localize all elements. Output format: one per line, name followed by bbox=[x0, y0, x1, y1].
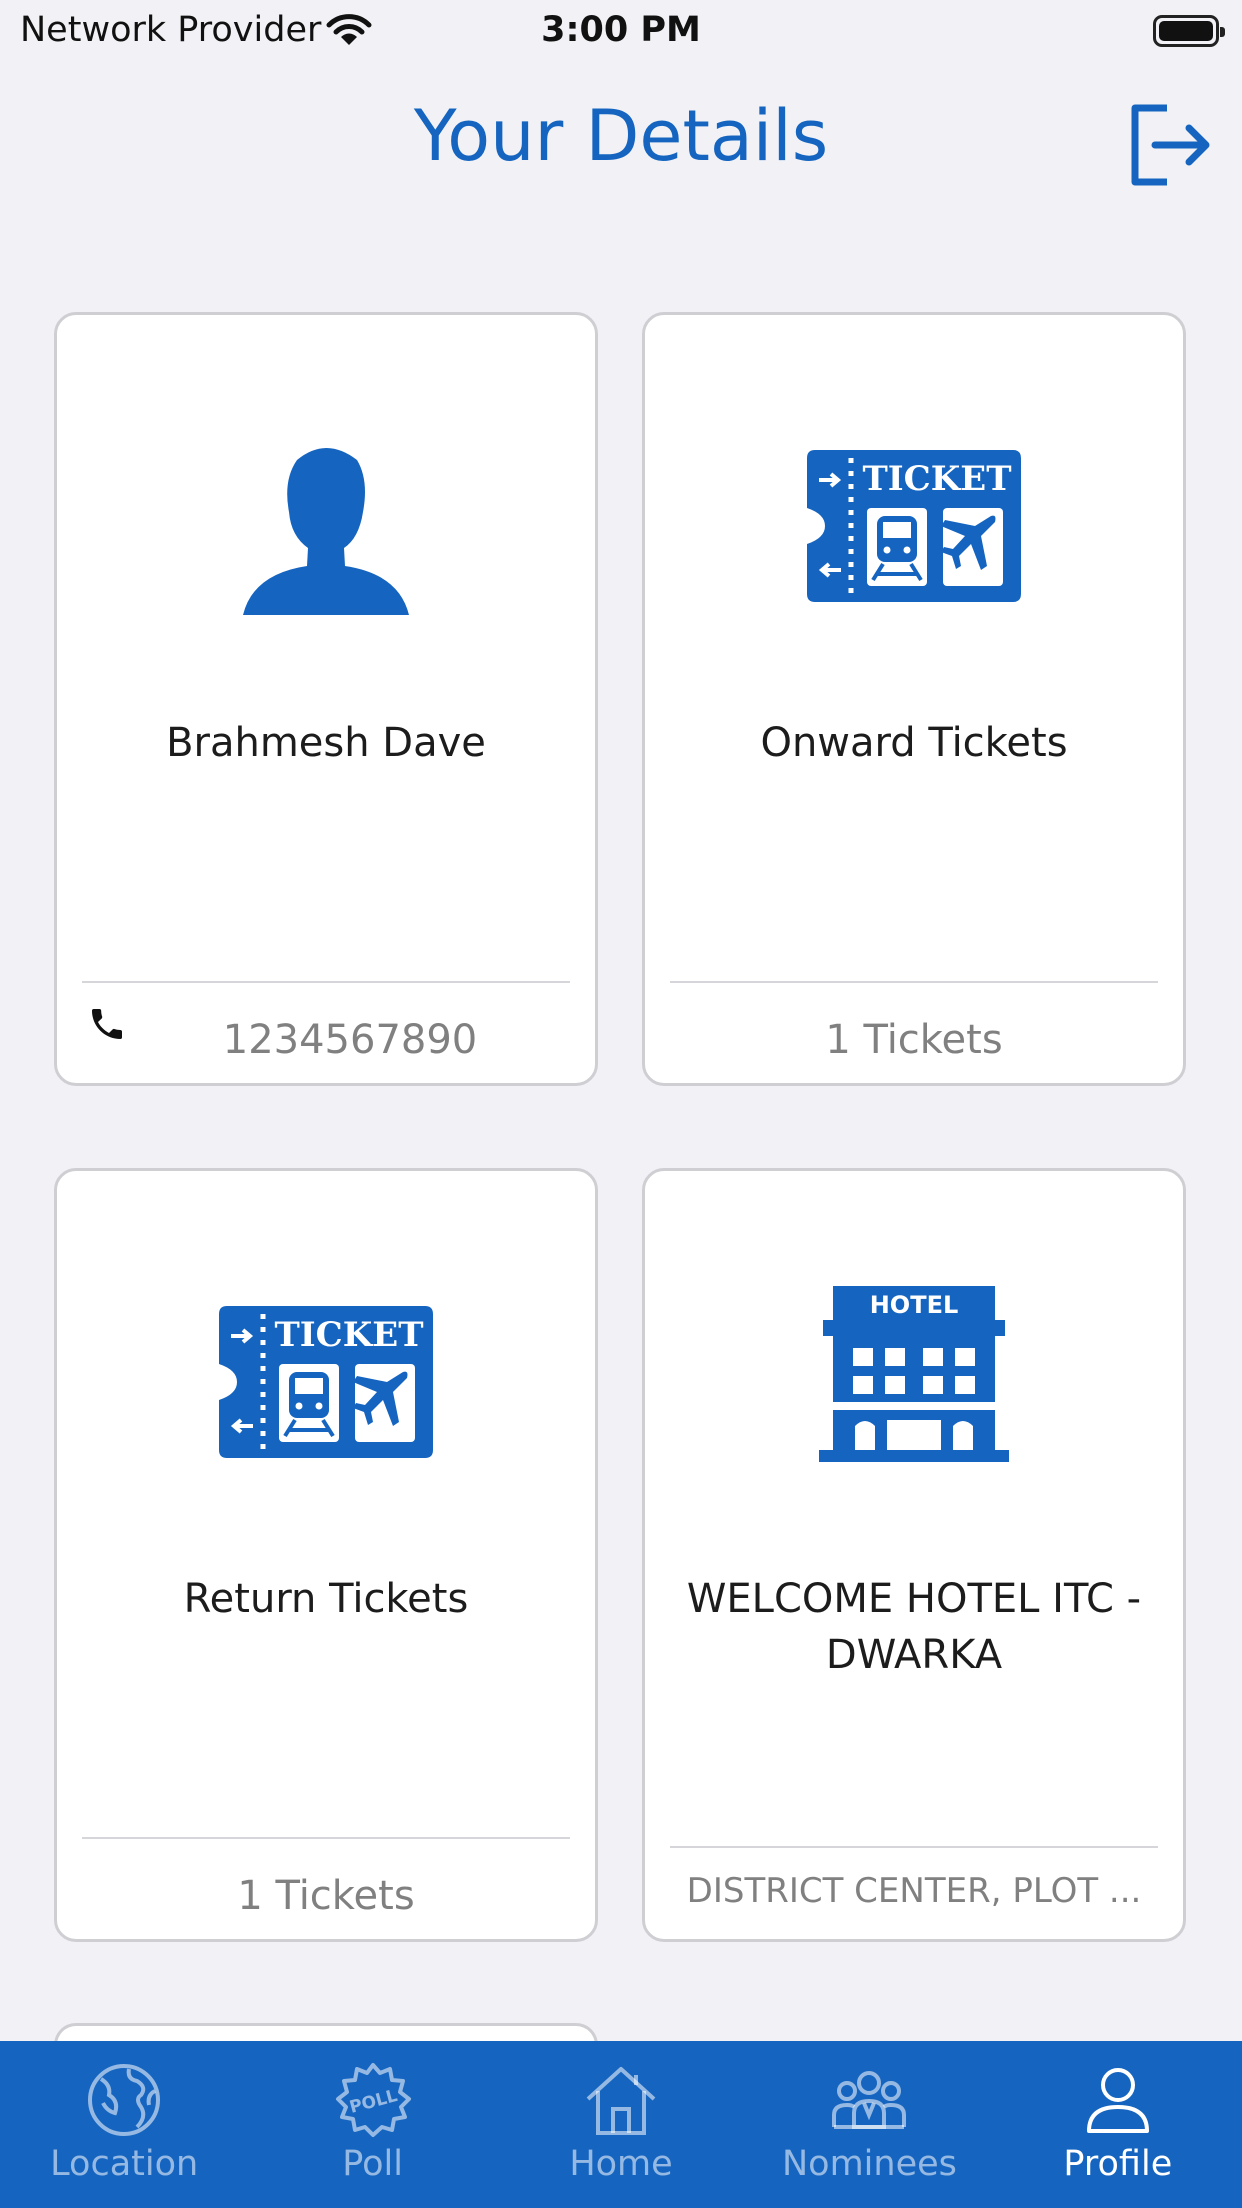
home-icon bbox=[497, 2061, 745, 2139]
tab-poll[interactable]: POLL Poll bbox=[248, 2041, 496, 2208]
svg-text:HOTEL: HOTEL bbox=[870, 1291, 959, 1319]
tab-profile-label: Profile bbox=[1063, 2144, 1173, 2184]
tab-profile[interactable]: Profile bbox=[994, 2041, 1242, 2208]
svg-text:TICKET: TICKET bbox=[862, 459, 1011, 499]
status-bar: Network Provider 3:00 PM bbox=[0, 0, 1242, 62]
person-icon bbox=[57, 440, 595, 615]
onward-tickets-count: 1 Tickets bbox=[825, 1017, 1003, 1063]
poll-badge-icon: POLL bbox=[248, 2061, 496, 2139]
tab-nominees-label: Nominees bbox=[781, 2144, 957, 2184]
battery-icon bbox=[1153, 15, 1225, 47]
hotel-address: DISTRICT CENTER, PLOT ... bbox=[686, 1871, 1142, 1911]
return-tickets-count: 1 Tickets bbox=[237, 1873, 415, 1919]
ticket-icon: TICKET bbox=[645, 450, 1183, 602]
profile-card[interactable]: Brahmesh Dave 1234567890 bbox=[54, 312, 598, 1086]
logout-button[interactable] bbox=[1125, 100, 1215, 190]
logout-icon bbox=[1131, 104, 1210, 186]
svg-text:POLL: POLL bbox=[347, 2086, 399, 2118]
tab-location[interactable]: Location bbox=[0, 2041, 248, 2208]
phone-number: 1234567890 bbox=[222, 1017, 478, 1063]
card-divider bbox=[670, 981, 1158, 983]
card-divider bbox=[82, 1837, 570, 1839]
tab-home[interactable]: Home bbox=[497, 2041, 745, 2208]
hotel-name: WELCOME HOTEL ITC - DWARKA bbox=[686, 1576, 1142, 1678]
onward-tickets-card[interactable]: TICKET Onward Tickets 1 Tickets bbox=[642, 312, 1186, 1086]
hotel-card[interactable]: HOTEL WELCOME HOTEL ITC - DWARKA DISTRIC… bbox=[642, 1168, 1186, 1942]
tab-bar: Location POLL Poll Home Nominees Profile bbox=[0, 2041, 1242, 2208]
ticket-icon: TICKET bbox=[57, 1306, 595, 1458]
tab-nominees[interactable]: Nominees bbox=[745, 2041, 993, 2208]
clock: 3:00 PM bbox=[541, 10, 701, 50]
tab-home-label: Home bbox=[569, 2144, 673, 2184]
tab-poll-label: Poll bbox=[342, 2144, 403, 2184]
person-outline-icon bbox=[994, 2061, 1242, 2139]
globe-icon bbox=[0, 2061, 248, 2139]
svg-text:TICKET: TICKET bbox=[274, 1315, 423, 1355]
return-tickets-card[interactable]: TICKET Return Tickets 1 Tickets bbox=[54, 1168, 598, 1942]
tab-location-label: Location bbox=[50, 2144, 199, 2184]
onward-tickets-title: Onward Tickets bbox=[760, 720, 1068, 766]
profile-name: Brahmesh Dave bbox=[166, 720, 486, 766]
card-divider bbox=[82, 981, 570, 983]
hotel-icon: HOTEL bbox=[645, 1286, 1183, 1476]
page-title: Your Details bbox=[413, 95, 829, 177]
card-divider bbox=[670, 1846, 1158, 1848]
return-tickets-title: Return Tickets bbox=[183, 1576, 469, 1622]
group-icon bbox=[745, 2061, 993, 2139]
